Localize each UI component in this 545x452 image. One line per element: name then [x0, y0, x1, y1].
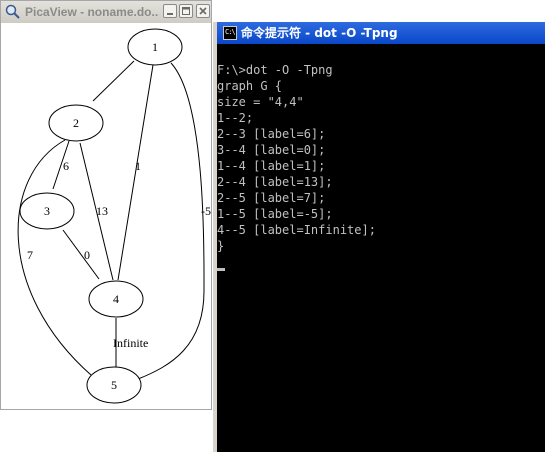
- edge-label-2-3: 6: [63, 159, 69, 173]
- edge-label-4-5: Infinite: [113, 336, 148, 350]
- graph-node-3: 3: [19, 192, 75, 230]
- minimize-icon: [167, 13, 173, 15]
- picaview-window: PicaView - noname.do... 6 0 1 13 7 -5 In…: [0, 0, 212, 410]
- console-window[interactable]: C:\ 命令提示符 - dot -O -Tpng F:\>dot -O -Tpn…: [213, 22, 545, 452]
- console-line: 1--4 [label=1];: [217, 159, 326, 173]
- edge-label-1-5: -5: [201, 204, 211, 218]
- close-icon: [199, 7, 207, 15]
- graph-canvas: 6 0 1 13 7 -5 Infinite 1 2 3 4 5: [1, 23, 211, 409]
- edge-3-4: [62, 229, 100, 280]
- console-line: 2--4 [label=13];: [217, 175, 333, 189]
- close-button[interactable]: [196, 4, 210, 18]
- graph-diagram: 6 0 1 13 7 -5 Infinite 1 2 3 4 5: [17, 28, 211, 404]
- console-line: 2--5 [label=7];: [217, 191, 326, 205]
- console-cursor: [217, 268, 225, 271]
- minimize-button[interactable]: [163, 4, 177, 18]
- console-line: 2--3 [label=6];: [217, 127, 326, 141]
- edge-1-5: [137, 62, 205, 380]
- console-line: 1--2;: [217, 111, 254, 125]
- graph-node-2: 2: [48, 104, 104, 142]
- maximize-button[interactable]: [179, 4, 193, 18]
- console-icon-text: C:\: [225, 28, 236, 36]
- picaview-titlebar[interactable]: PicaView - noname.do...: [1, 1, 211, 24]
- edge-1-2: [92, 60, 135, 102]
- graph-node-1: 1: [127, 28, 183, 66]
- console-line: F:\>dot -O -Tpng: [217, 63, 333, 77]
- node-label-3: 3: [44, 204, 50, 218]
- console-line: 4--5 [label=Infinite];: [217, 223, 376, 237]
- edge-label-2-4: 13: [96, 204, 108, 218]
- edge-label-3-4: 0: [84, 248, 90, 262]
- graph-node-4: 4: [88, 280, 144, 318]
- console-line: 3--4 [label=0];: [217, 143, 326, 157]
- console-title: 命令提示符 - dot -O -Tpng: [241, 26, 398, 40]
- node-label-2: 2: [73, 116, 79, 130]
- console-line: 1--5 [label=-5];: [217, 207, 333, 221]
- console-output[interactable]: F:\>dot -O -Tpng graph G { size = "4,4" …: [217, 62, 545, 271]
- console-line: }: [217, 239, 225, 253]
- node-label-1: 1: [152, 40, 158, 54]
- magnifier-icon[interactable]: [5, 4, 21, 20]
- maximize-icon: [182, 7, 190, 15]
- node-label-5: 5: [111, 378, 117, 392]
- picaview-title: PicaView - noname.do...: [25, 5, 159, 19]
- edge-label-1-4: 1: [135, 159, 141, 173]
- edge-label-2-5: 7: [27, 248, 33, 262]
- node-label-4: 4: [113, 292, 119, 306]
- console-icon[interactable]: C:\: [223, 26, 237, 40]
- graph-node-5: 5: [86, 366, 142, 404]
- console-line: size = "4,4": [217, 95, 304, 109]
- console-titlebar[interactable]: C:\ 命令提示符 - dot -O -Tpng: [217, 22, 545, 44]
- console-line: graph G {: [217, 79, 283, 93]
